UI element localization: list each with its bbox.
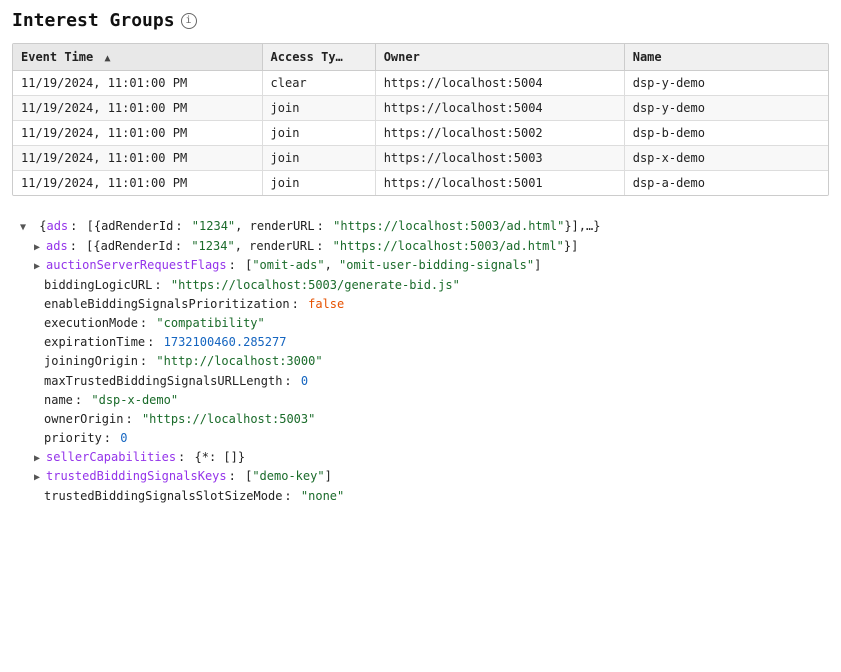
cell-owner: https://localhost:5004: [375, 71, 624, 96]
cell-name: dsp-b-demo: [624, 121, 828, 146]
interest-groups-table-container: Event Time ▲ Access Ty… Owner Name 11/19…: [12, 43, 829, 196]
json-seller-capabilities-content: sellerCapabilities: {*: []}: [46, 448, 245, 467]
cell-access_type: join: [262, 146, 375, 171]
cell-name: dsp-y-demo: [624, 96, 828, 121]
json-top-level: ▼ {ads: [{adRenderId: "1234", renderURL:…: [12, 216, 829, 237]
json-name-content: name: "dsp-x-demo": [44, 391, 178, 410]
cell-event_time: 11/19/2024, 11:01:00 PM: [13, 171, 262, 196]
json-trusted-keys-row: ▶ trustedBiddingSignalsKeys: ["demo-key"…: [12, 467, 829, 486]
json-tree-section: ▼ {ads: [{adRenderId: "1234", renderURL:…: [12, 212, 829, 510]
top-level-summary: {ads: [{adRenderId: "1234", renderURL: "…: [32, 217, 600, 236]
cell-name: dsp-a-demo: [624, 171, 828, 196]
cell-owner: https://localhost:5001: [375, 171, 624, 196]
cell-access_type: join: [262, 171, 375, 196]
col-header-owner[interactable]: Owner: [375, 44, 624, 71]
json-joining-origin-content: joiningOrigin: "http://localhost:3000": [44, 352, 323, 371]
toggle-top[interactable]: ▼: [16, 221, 30, 235]
page-container: Interest Groups i Event Time ▲ Access Ty…: [0, 0, 841, 520]
cell-name: dsp-x-demo: [624, 146, 828, 171]
cell-event_time: 11/19/2024, 11:01:00 PM: [13, 71, 262, 96]
cell-owner: https://localhost:5004: [375, 96, 624, 121]
json-priority-content: priority: 0: [44, 429, 128, 448]
toggle-trusted-keys[interactable]: ▶: [30, 471, 44, 485]
cell-access_type: join: [262, 121, 375, 146]
json-expiration-content: expirationTime: 1732100460.285277: [44, 333, 286, 352]
json-bidding-logic-row: biddingLogicURL: "https://localhost:5003…: [12, 276, 829, 295]
table-header-row: Event Time ▲ Access Ty… Owner Name: [13, 44, 828, 71]
col-header-access-type[interactable]: Access Ty…: [262, 44, 375, 71]
json-priority-row: priority: 0: [12, 429, 829, 448]
json-trusted-keys-content: trustedBiddingSignalsKeys: ["demo-key"]: [46, 467, 332, 486]
cell-owner: https://localhost:5002: [375, 121, 624, 146]
json-owner-origin-row: ownerOrigin: "https://localhost:5003": [12, 410, 829, 429]
json-max-trusted-row: maxTrustedBiddingSignalsURLLength: 0: [12, 372, 829, 391]
json-ads-content: ads: [{adRenderId: "1234", renderURL: "h…: [46, 237, 578, 256]
toggle-ads[interactable]: ▶: [30, 241, 44, 255]
toggle-auction-flags[interactable]: ▶: [30, 260, 44, 274]
json-auction-flags-row: ▶ auctionServerRequestFlags: ["omit-ads"…: [12, 256, 829, 275]
toggle-seller-capabilities[interactable]: ▶: [30, 452, 44, 466]
json-expiration-row: expirationTime: 1732100460.285277: [12, 333, 829, 352]
json-execution-mode-content: executionMode: "compatibility": [44, 314, 265, 333]
table-row: 11/19/2024, 11:01:00 PMjoinhttps://local…: [13, 146, 828, 171]
info-icon[interactable]: i: [181, 13, 197, 29]
table-row: 11/19/2024, 11:01:00 PMclearhttps://loca…: [13, 71, 828, 96]
table-row: 11/19/2024, 11:01:00 PMjoinhttps://local…: [13, 171, 828, 196]
cell-owner: https://localhost:5003: [375, 146, 624, 171]
json-joining-origin-row: joiningOrigin: "http://localhost:3000": [12, 352, 829, 371]
json-bidding-logic-content: biddingLogicURL: "https://localhost:5003…: [44, 276, 460, 295]
col-header-name[interactable]: Name: [624, 44, 828, 71]
json-name-row: name: "dsp-x-demo": [12, 391, 829, 410]
table-row: 11/19/2024, 11:01:00 PMjoinhttps://local…: [13, 96, 828, 121]
cell-access_type: join: [262, 96, 375, 121]
cell-event_time: 11/19/2024, 11:01:00 PM: [13, 96, 262, 121]
json-auction-flags-content: auctionServerRequestFlags: ["omit-ads", …: [46, 256, 541, 275]
json-max-trusted-content: maxTrustedBiddingSignalsURLLength: 0: [44, 372, 308, 391]
json-owner-origin-content: ownerOrigin: "https://localhost:5003": [44, 410, 315, 429]
cell-access_type: clear: [262, 71, 375, 96]
sort-arrow-event-time: ▲: [104, 53, 110, 64]
json-execution-mode-row: executionMode: "compatibility": [12, 314, 829, 333]
table-row: 11/19/2024, 11:01:00 PMjoinhttps://local…: [13, 121, 828, 146]
col-header-event-time[interactable]: Event Time ▲: [13, 44, 262, 71]
json-seller-capabilities-row: ▶ sellerCapabilities: {*: []}: [12, 448, 829, 467]
header-row: Interest Groups i: [12, 10, 829, 31]
json-ads-row: ▶ ads: [{adRenderId: "1234", renderURL: …: [12, 237, 829, 256]
page-title: Interest Groups: [12, 10, 175, 31]
json-enable-bidding-content: enableBiddingSignalsPrioritization: fals…: [44, 295, 344, 314]
interest-groups-table: Event Time ▲ Access Ty… Owner Name 11/19…: [13, 44, 828, 195]
cell-event_time: 11/19/2024, 11:01:00 PM: [13, 121, 262, 146]
cell-name: dsp-y-demo: [624, 71, 828, 96]
cell-event_time: 11/19/2024, 11:01:00 PM: [13, 146, 262, 171]
json-trusted-slot-content: trustedBiddingSignalsSlotSizeMode: "none…: [44, 487, 344, 506]
json-trusted-slot-row: trustedBiddingSignalsSlotSizeMode: "none…: [12, 487, 829, 506]
json-enable-bidding-row: enableBiddingSignalsPrioritization: fals…: [12, 295, 829, 314]
